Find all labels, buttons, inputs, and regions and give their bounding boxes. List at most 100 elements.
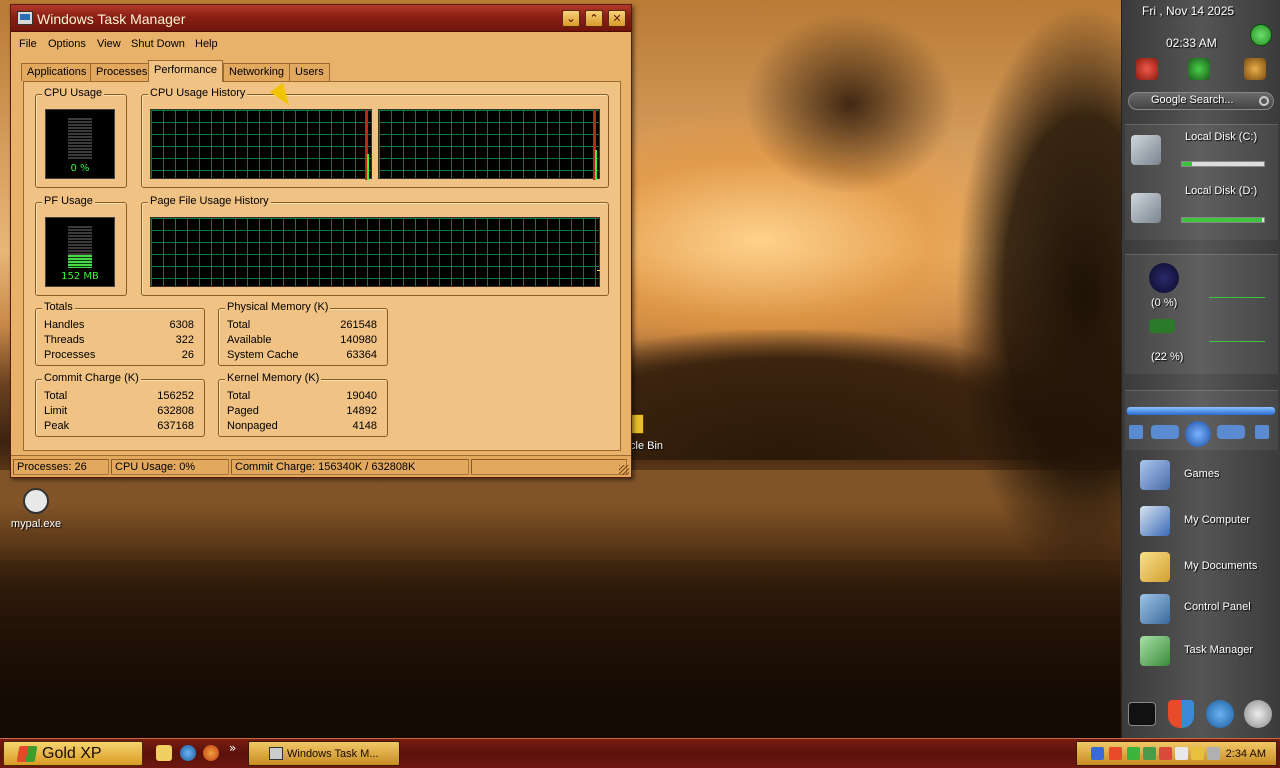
tray-shield-icon[interactable] [1159,747,1172,760]
desktop-icon-label: mypal.exe [10,518,62,530]
tray-update-icon[interactable] [1127,747,1140,760]
cpu-meter-graph [1209,297,1265,298]
security-shield-icon[interactable] [1168,700,1194,728]
cpu-gauge-icon [1149,263,1179,293]
hard-drive-c-icon [1131,135,1161,165]
stat-label: System Cache [227,349,299,361]
stat-row-total: Total 19040 [227,390,377,404]
menu-view[interactable]: View [97,38,121,50]
tab-networking[interactable]: Networking [223,63,291,81]
search-placeholder: Google Search... [1151,94,1234,106]
stat-value: 6308 [169,319,194,331]
taskbar: Gold XP » Windows Task M... 2:34 AM [0,738,1280,768]
command-prompt-icon[interactable] [1128,702,1156,726]
stat-row-processes: Processes 26 [44,349,194,363]
taskbar-button-task-manager[interactable]: Windows Task M... [248,741,400,766]
power-icon[interactable] [1136,58,1158,80]
forward-arrow-icon[interactable] [1250,24,1272,46]
desktop-icon-recycle-bin[interactable]: cle Bin [630,414,670,452]
cpu-history-title: CPU Usage History [148,87,248,99]
menu-help[interactable]: Help [195,38,218,50]
stat-label: Available [227,334,272,346]
stat-label: Peak [44,420,70,432]
cpu-history-usage-line [595,150,597,180]
pf-usage-title: PF Usage [42,195,95,207]
cpu-usage-title: CPU Usage [42,87,105,99]
minimize-button[interactable]: ⌄ [562,10,580,27]
system-tray: 2:34 AM [1076,741,1277,766]
sidebar-clock: 02:33 AM [1166,36,1217,50]
play-icon[interactable] [1185,421,1211,447]
previous-icon[interactable] [1151,425,1179,439]
drive-c-usage-fill [1182,162,1192,166]
physical-memory-title: Physical Memory (K) [225,301,331,313]
quick-launch-folder-icon[interactable] [156,745,172,761]
stat-row-available: Available 140980 [227,334,377,348]
tray-tools-icon[interactable] [1191,747,1204,760]
resize-grip[interactable] [619,465,629,475]
pf-usage-group: PF Usage 152 MB [35,195,127,296]
status-cpu-usage: CPU Usage: 0% [111,459,229,475]
tab-strip: Applications Processes Performance Netwo… [21,60,621,82]
stat-value: 322 [175,334,194,346]
cpu-usage-meter: 0 % [45,109,115,179]
network-globe-icon[interactable] [1206,700,1234,728]
stat-row-limit: Limit 632808 [44,405,194,419]
stat-label: Threads [44,334,85,346]
menu-shut-down[interactable]: Shut Down [131,38,185,50]
eject-icon[interactable] [1255,425,1269,439]
performance-panel: CPU Usage 0 % CPU Usage History PF Usage [23,81,621,451]
tray-monitor-icon[interactable] [1109,747,1122,760]
tab-processes[interactable]: Processes [90,63,154,81]
quick-launch-ie-icon[interactable] [180,745,196,761]
stat-row-paged: Paged 14892 [227,405,377,419]
desktop-icon-label: cle Bin [630,440,664,452]
restart-icon[interactable] [1188,58,1210,80]
search-icon[interactable] [1259,96,1269,106]
physical-memory-group: Physical Memory (K) Total 261548 Availab… [218,301,388,366]
maximize-button[interactable]: ⌃ [585,10,603,27]
tab-applications[interactable]: Applications [21,63,93,81]
stat-value: 63364 [346,349,377,361]
stat-value: 156252 [157,390,194,402]
launcher-label: My Computer [1184,514,1251,526]
stat-row-threads: Threads 322 [44,334,194,348]
stat-row-peak: Peak 637168 [44,420,194,434]
totals-title: Totals [42,301,75,313]
menu-options[interactable]: Options [48,38,86,50]
window-title: Windows Task Manager [37,11,186,27]
media-progress-bar[interactable] [1127,407,1275,415]
task-manager-window: Windows Task Manager ⌄ ⌃ ✕ File Options … [10,4,632,478]
tab-performance[interactable]: Performance [148,60,223,82]
cpu-history-usage-line [367,154,369,180]
quick-launch-more-button[interactable]: » [229,741,236,755]
tray-utorrent-icon[interactable] [1143,747,1156,760]
drive-c-label: Local Disk (C:) [1185,131,1258,143]
next-icon[interactable] [1217,425,1245,439]
tab-users[interactable]: Users [289,63,330,81]
cd-drive-icon[interactable] [1244,700,1272,728]
pf-usage-bars [68,226,92,268]
google-search-box[interactable]: Google Search... [1128,92,1274,110]
desktop-icon-mypal[interactable]: mypal.exe [6,488,66,530]
title-bar[interactable]: Windows Task Manager ⌄ ⌃ ✕ [11,5,631,32]
start-button[interactable]: Gold XP [3,741,143,766]
menu-file[interactable]: File [19,38,37,50]
tray-network-icon[interactable] [1091,747,1104,760]
tray-volume-icon[interactable] [1175,747,1188,760]
stat-label: Total [227,319,251,331]
quick-launch-firefox-icon[interactable] [203,745,219,761]
status-empty [471,459,627,475]
status-processes: Processes: 26 [13,459,109,475]
kernel-memory-group: Kernel Memory (K) Total 19040 Paged 1489… [218,372,388,437]
tray-clock[interactable]: 2:34 AM [1226,748,1266,760]
ram-meter-graph [1209,341,1265,342]
cpu-usage-value: 0 % [70,163,90,174]
tray-safely-remove-icon[interactable] [1207,747,1220,760]
close-button[interactable]: ✕ [608,10,626,27]
pf-history-title: Page File Usage History [148,195,271,207]
stop-icon[interactable] [1129,425,1143,439]
media-player-panel [1125,390,1278,450]
logoff-icon[interactable] [1244,58,1266,80]
ram-chip-icon [1149,319,1175,333]
